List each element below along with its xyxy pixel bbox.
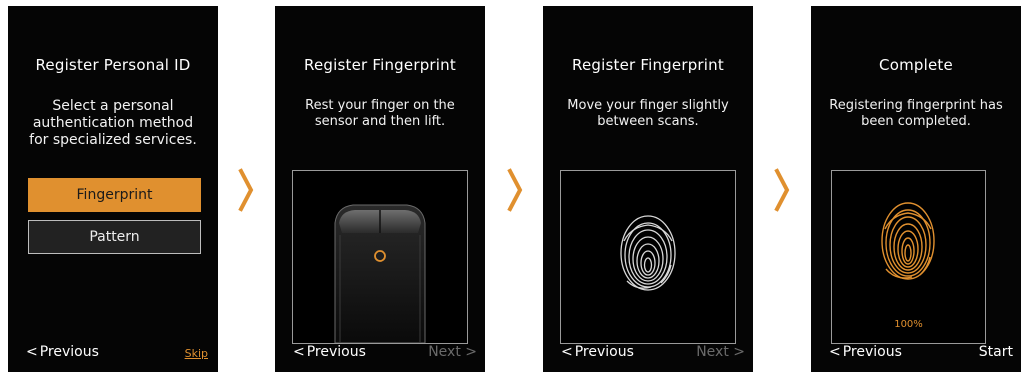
chevron-right-icon: > <box>728 344 745 360</box>
chevron-right-icon: > <box>460 344 477 360</box>
progress-label: 100% <box>894 319 923 330</box>
previous-label: Previous <box>574 344 634 360</box>
next-button[interactable]: Next > <box>696 344 745 360</box>
screen-register-personal-id: Register Personal ID Select a personal a… <box>8 6 218 372</box>
next-label: Next <box>696 344 729 360</box>
instruction-text: Move your finger slightly between scans. <box>549 98 747 130</box>
screen-register-fingerprint-rest: Register Fingerprint Rest your finger on… <box>275 6 485 372</box>
fingerprint-complete-frame: 100% <box>831 170 986 344</box>
previous-button[interactable]: < Previous <box>26 344 99 360</box>
screen-complete: Complete Registering fingerprint has bee… <box>811 6 1021 372</box>
pattern-button[interactable]: Pattern <box>28 220 201 254</box>
previous-button[interactable]: < Previous <box>561 344 634 360</box>
chevron-left-icon: < <box>561 344 573 360</box>
chevron-left-icon: < <box>829 344 841 360</box>
instruction-line: for specialized services. <box>29 132 197 148</box>
instruction-text: Select a personal authentication method … <box>14 98 212 149</box>
chevron-left-icon: < <box>293 344 305 360</box>
next-label: Next <box>428 344 461 360</box>
instruction-line: Rest your finger on the <box>305 98 455 113</box>
fingerprint-outline-icon <box>620 215 676 291</box>
previous-label: Previous <box>842 344 902 360</box>
screen-title: Register Fingerprint <box>572 56 724 74</box>
phone-sensor-illustration <box>334 204 426 344</box>
instruction-line: Select a personal <box>52 98 174 114</box>
instruction-line: been completed. <box>861 114 971 129</box>
previous-button[interactable]: < Previous <box>829 344 902 360</box>
instruction-line: authentication method <box>32 115 194 131</box>
start-button[interactable]: Start <box>979 344 1013 360</box>
previous-button[interactable]: < Previous <box>293 344 366 360</box>
instruction-text: Rest your finger on the sensor and then … <box>281 98 479 130</box>
instruction-line: Move your finger slightly <box>567 98 729 113</box>
instruction-line: sensor and then lift. <box>314 114 446 129</box>
instruction-text: Registering fingerprint has been complet… <box>817 98 1015 130</box>
next-button[interactable]: Next > <box>428 344 477 360</box>
step-arrow-chevron-right-icon <box>238 168 254 212</box>
registration-flow: Register Personal ID Select a personal a… <box>0 0 1024 377</box>
fingerprint-button[interactable]: Fingerprint <box>28 178 201 212</box>
previous-label: Previous <box>39 344 99 360</box>
screen-register-fingerprint-move: Register Fingerprint Move your finger sl… <box>543 6 753 372</box>
screen-title: Register Personal ID <box>35 56 191 74</box>
instruction-line: between scans. <box>597 114 699 129</box>
screen-title: Register Fingerprint <box>304 56 456 74</box>
previous-label: Previous <box>306 344 366 360</box>
skip-link[interactable]: Skip <box>185 347 208 360</box>
sensor-illustration-frame <box>292 170 468 344</box>
step-arrow-chevron-right-icon <box>774 168 790 212</box>
fingerprint-filled-icon <box>881 202 935 280</box>
instruction-line: Registering fingerprint has <box>829 98 1003 113</box>
screen-title: Complete <box>879 56 953 74</box>
chevron-left-icon: < <box>26 344 38 360</box>
step-arrow-chevron-right-icon <box>507 168 523 212</box>
fingerprint-scan-frame <box>560 170 736 344</box>
